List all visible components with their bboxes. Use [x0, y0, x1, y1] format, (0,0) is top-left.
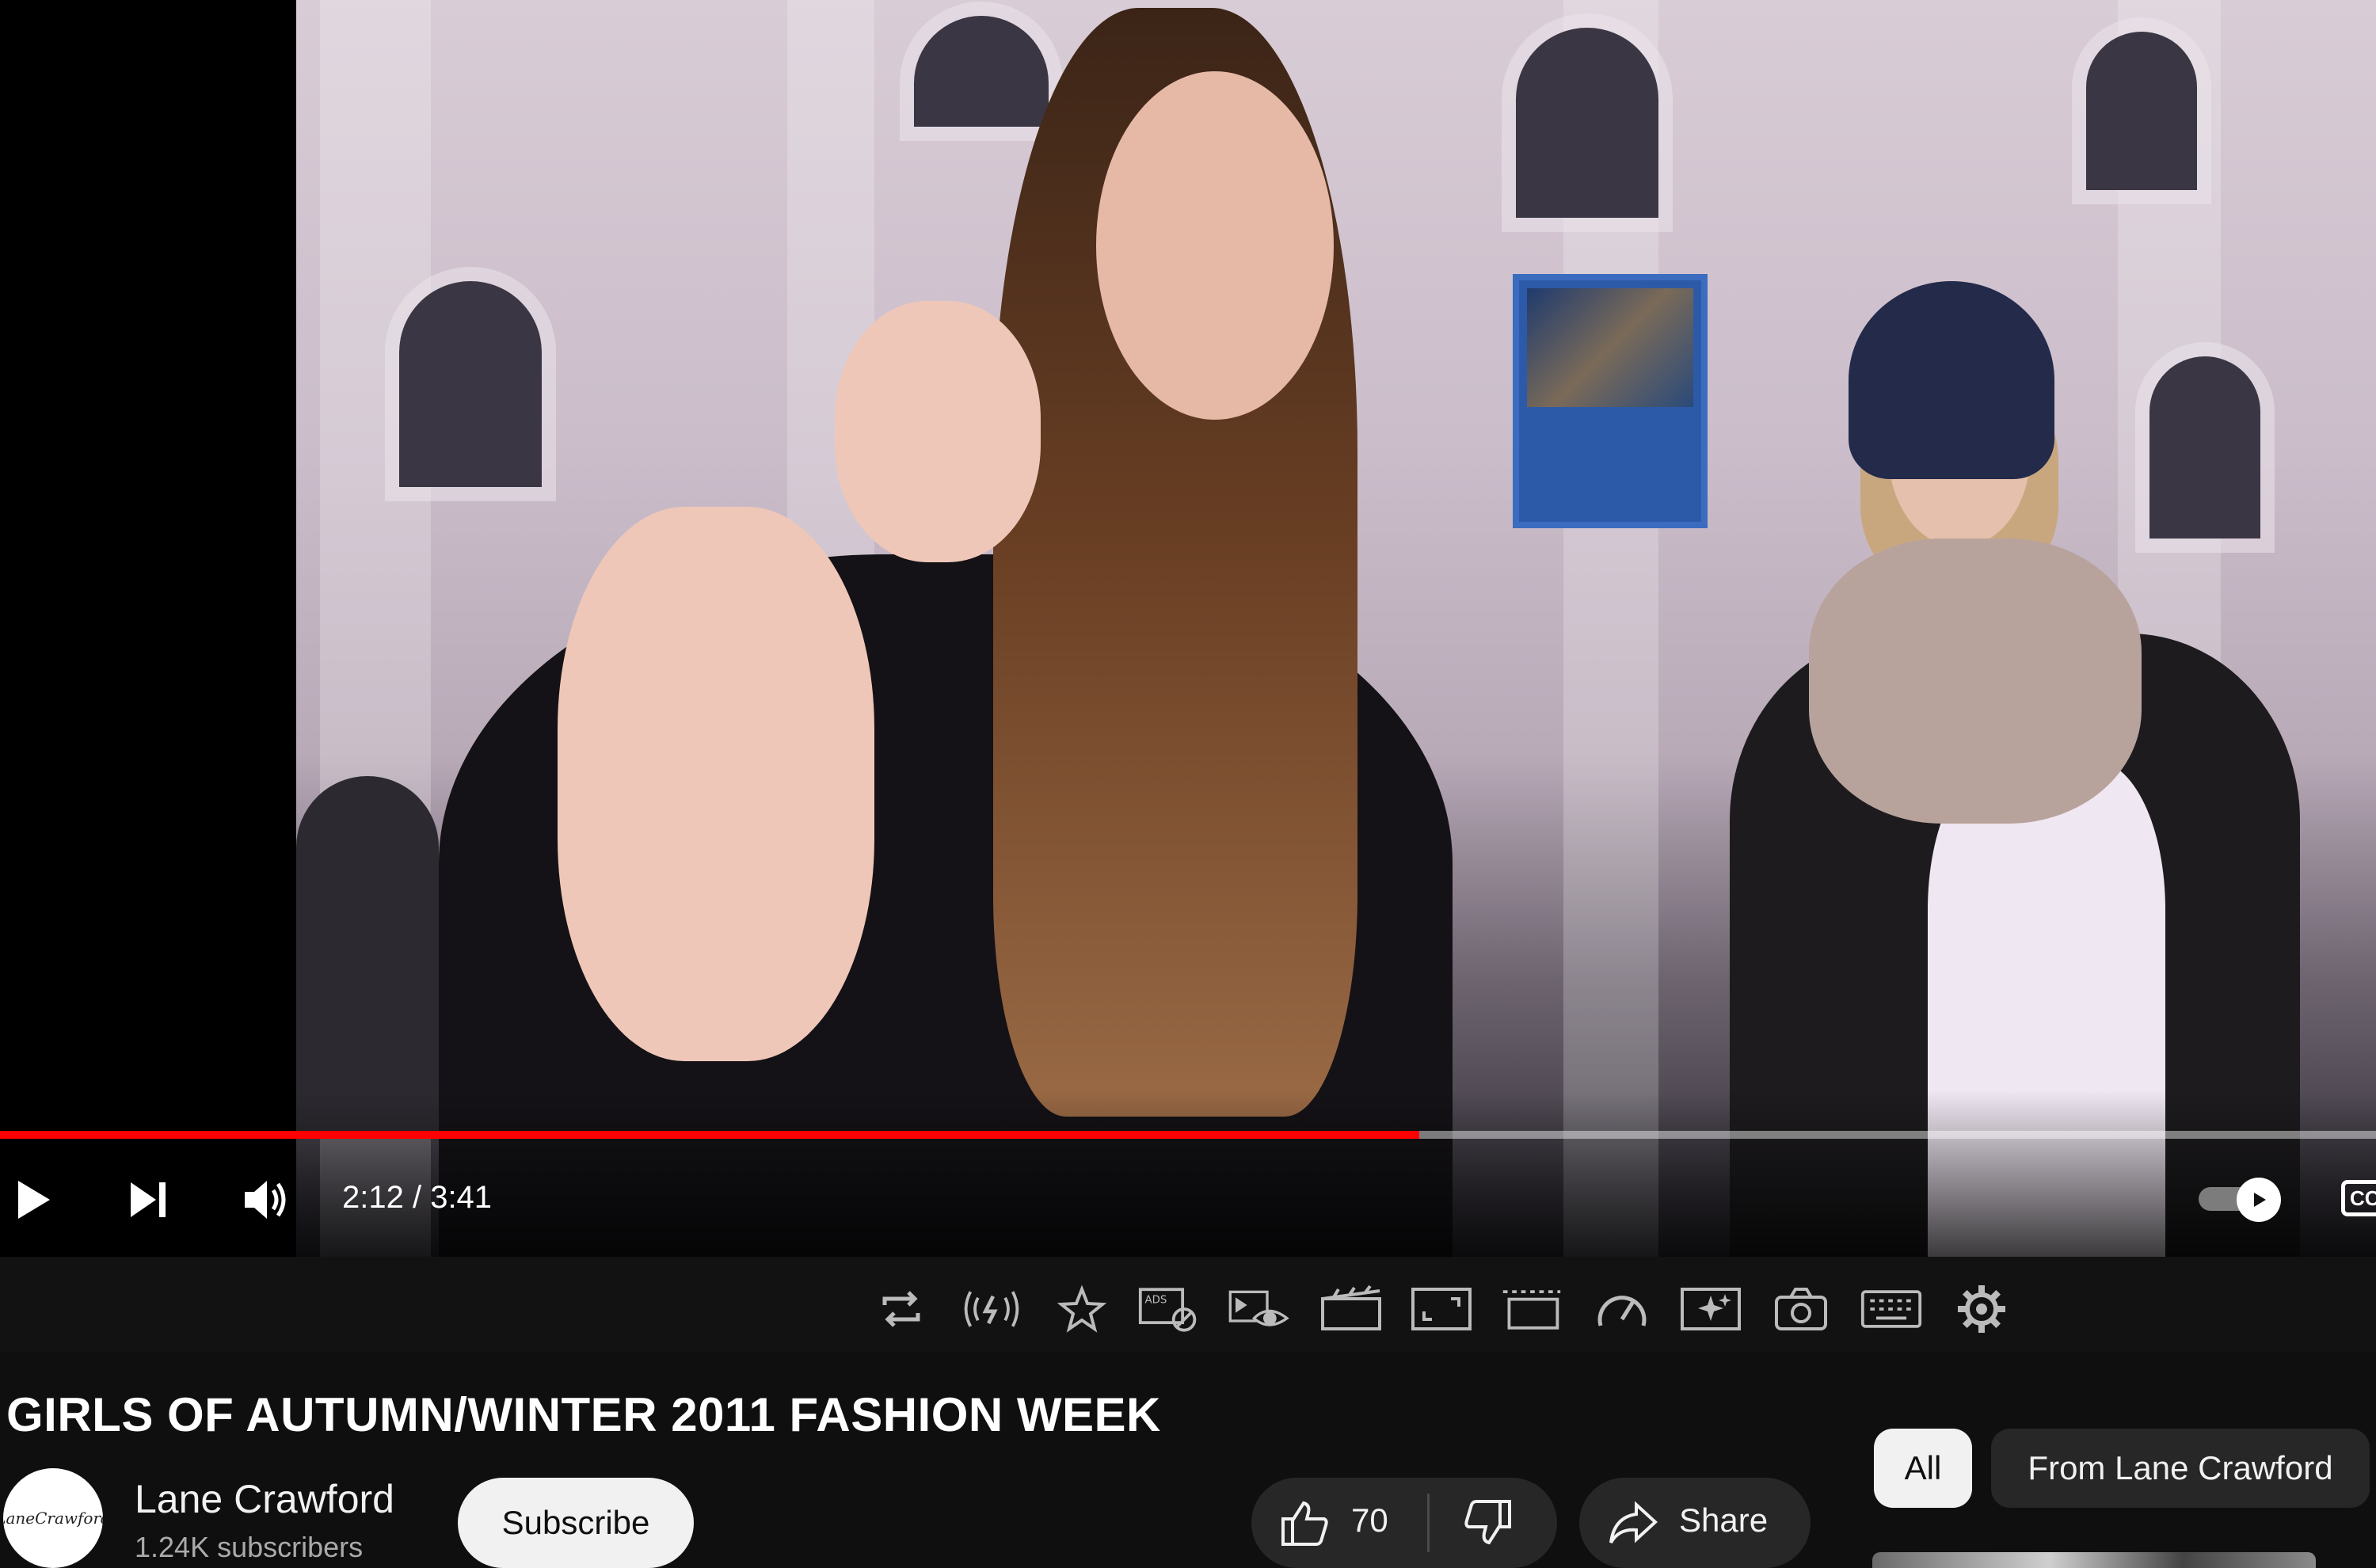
related-video-thumbnail[interactable]: [1872, 1552, 2316, 1568]
autoplay-toggle[interactable]: [2199, 1178, 2284, 1222]
like-divider: [1427, 1494, 1430, 1552]
extension-settings-button[interactable]: [1950, 1277, 2013, 1341]
speed-gauge-icon: [1597, 1296, 1647, 1326]
facade-window: [2086, 32, 2197, 190]
person-center-face: [1096, 71, 1334, 420]
watched-button[interactable]: [1228, 1277, 1291, 1341]
loop-icon: [882, 1291, 920, 1327]
ai-summary-button[interactable]: [1679, 1277, 1742, 1341]
play-icon: [18, 1181, 50, 1219]
keyboard-icon: [1860, 1290, 1922, 1328]
like-count: 70: [1351, 1501, 1388, 1539]
banner-poster: [1513, 274, 1708, 528]
cinema-icon: [1321, 1284, 1381, 1330]
channel-name[interactable]: Lane Crawford: [135, 1476, 394, 1522]
person-right-scarf: [1809, 539, 2142, 824]
play-button[interactable]: [5, 1172, 60, 1227]
progress-bar[interactable]: [0, 1131, 2376, 1139]
dislike-button[interactable]: [1462, 1498, 1513, 1546]
sparkle-icon: [1681, 1288, 1741, 1330]
captions-button[interactable]: CC: [2341, 1180, 2376, 1216]
video-player[interactable]: 2:12 / 3:41 CC: [0, 0, 2376, 1257]
channel-avatar[interactable]: LaneCrawford: [3, 1468, 103, 1568]
keyboard-shortcuts-button[interactable]: [1860, 1277, 1923, 1341]
chip-all[interactable]: All: [1874, 1429, 1972, 1508]
volume-button[interactable]: [238, 1172, 293, 1227]
share-button[interactable]: Share: [1579, 1478, 1811, 1568]
thumbs-up-icon: [1281, 1501, 1328, 1546]
next-icon: [131, 1182, 166, 1217]
facade-window: [2149, 356, 2260, 539]
thumbs-down-icon: [1464, 1500, 1511, 1545]
facade-window: [399, 281, 542, 487]
loop-button[interactable]: [870, 1277, 933, 1341]
video-title: GIRLS OF AUTUMN/WINTER 2011 FASHION WEEK: [6, 1388, 1161, 1441]
subscriber-count: 1.24K subscribers: [135, 1531, 364, 1563]
like-dislike-group: 70: [1251, 1478, 1557, 1568]
favorite-button[interactable]: [1050, 1277, 1114, 1341]
controls-gradient: [296, 1090, 2376, 1257]
channel-logo: LaneCrawford: [3, 1509, 103, 1528]
cathedral-door: [296, 776, 439, 1132]
progress-played: [0, 1131, 1419, 1139]
camera-icon: [1775, 1288, 1827, 1330]
next-button[interactable]: [120, 1172, 176, 1227]
broadcast-icon: [964, 1291, 1019, 1327]
time-display: 2:12 / 3:41: [342, 1180, 493, 1215]
cinema-button[interactable]: [1319, 1277, 1383, 1341]
watched-eye-icon: [1228, 1290, 1289, 1326]
chip-from-channel[interactable]: From Lane Crawford: [1991, 1429, 2370, 1508]
svg-text:ADS: ADS: [1145, 1294, 1167, 1306]
person-center-hand: [835, 301, 1041, 562]
share-label: Share: [1679, 1501, 1769, 1539]
autoplay-play-icon: [2254, 1193, 2266, 1207]
broadcast-button[interactable]: [960, 1277, 1023, 1341]
ads-block-button[interactable]: ADS: [1137, 1277, 1201, 1341]
ads-block-icon: ADS: [1138, 1288, 1197, 1332]
poster-art: [1527, 288, 1693, 407]
video-frame[interactable]: [296, 0, 2376, 1257]
facade-window: [1516, 28, 1658, 218]
expand-button[interactable]: [1410, 1277, 1473, 1341]
person-right-hat: [1849, 281, 2054, 479]
person-center-arm: [558, 507, 874, 1061]
star-icon: [1057, 1284, 1106, 1333]
subscribe-button[interactable]: Subscribe: [458, 1478, 694, 1568]
screenshot-button[interactable]: [1769, 1277, 1833, 1341]
screen-size-icon: [1502, 1290, 1561, 1330]
expand-icon: [1411, 1288, 1472, 1330]
settings-gear-icon: [1958, 1285, 2005, 1333]
share-icon-wrap: [1608, 1500, 1658, 1547]
like-button[interactable]: [1280, 1500, 1331, 1547]
volume-icon: [245, 1181, 286, 1219]
screen-size-button[interactable]: [1500, 1277, 1563, 1341]
speed-button[interactable]: [1590, 1277, 1654, 1341]
autoplay-knob: [2237, 1178, 2281, 1222]
facade-window: [914, 16, 1049, 127]
share-icon: [1609, 1501, 1658, 1544]
